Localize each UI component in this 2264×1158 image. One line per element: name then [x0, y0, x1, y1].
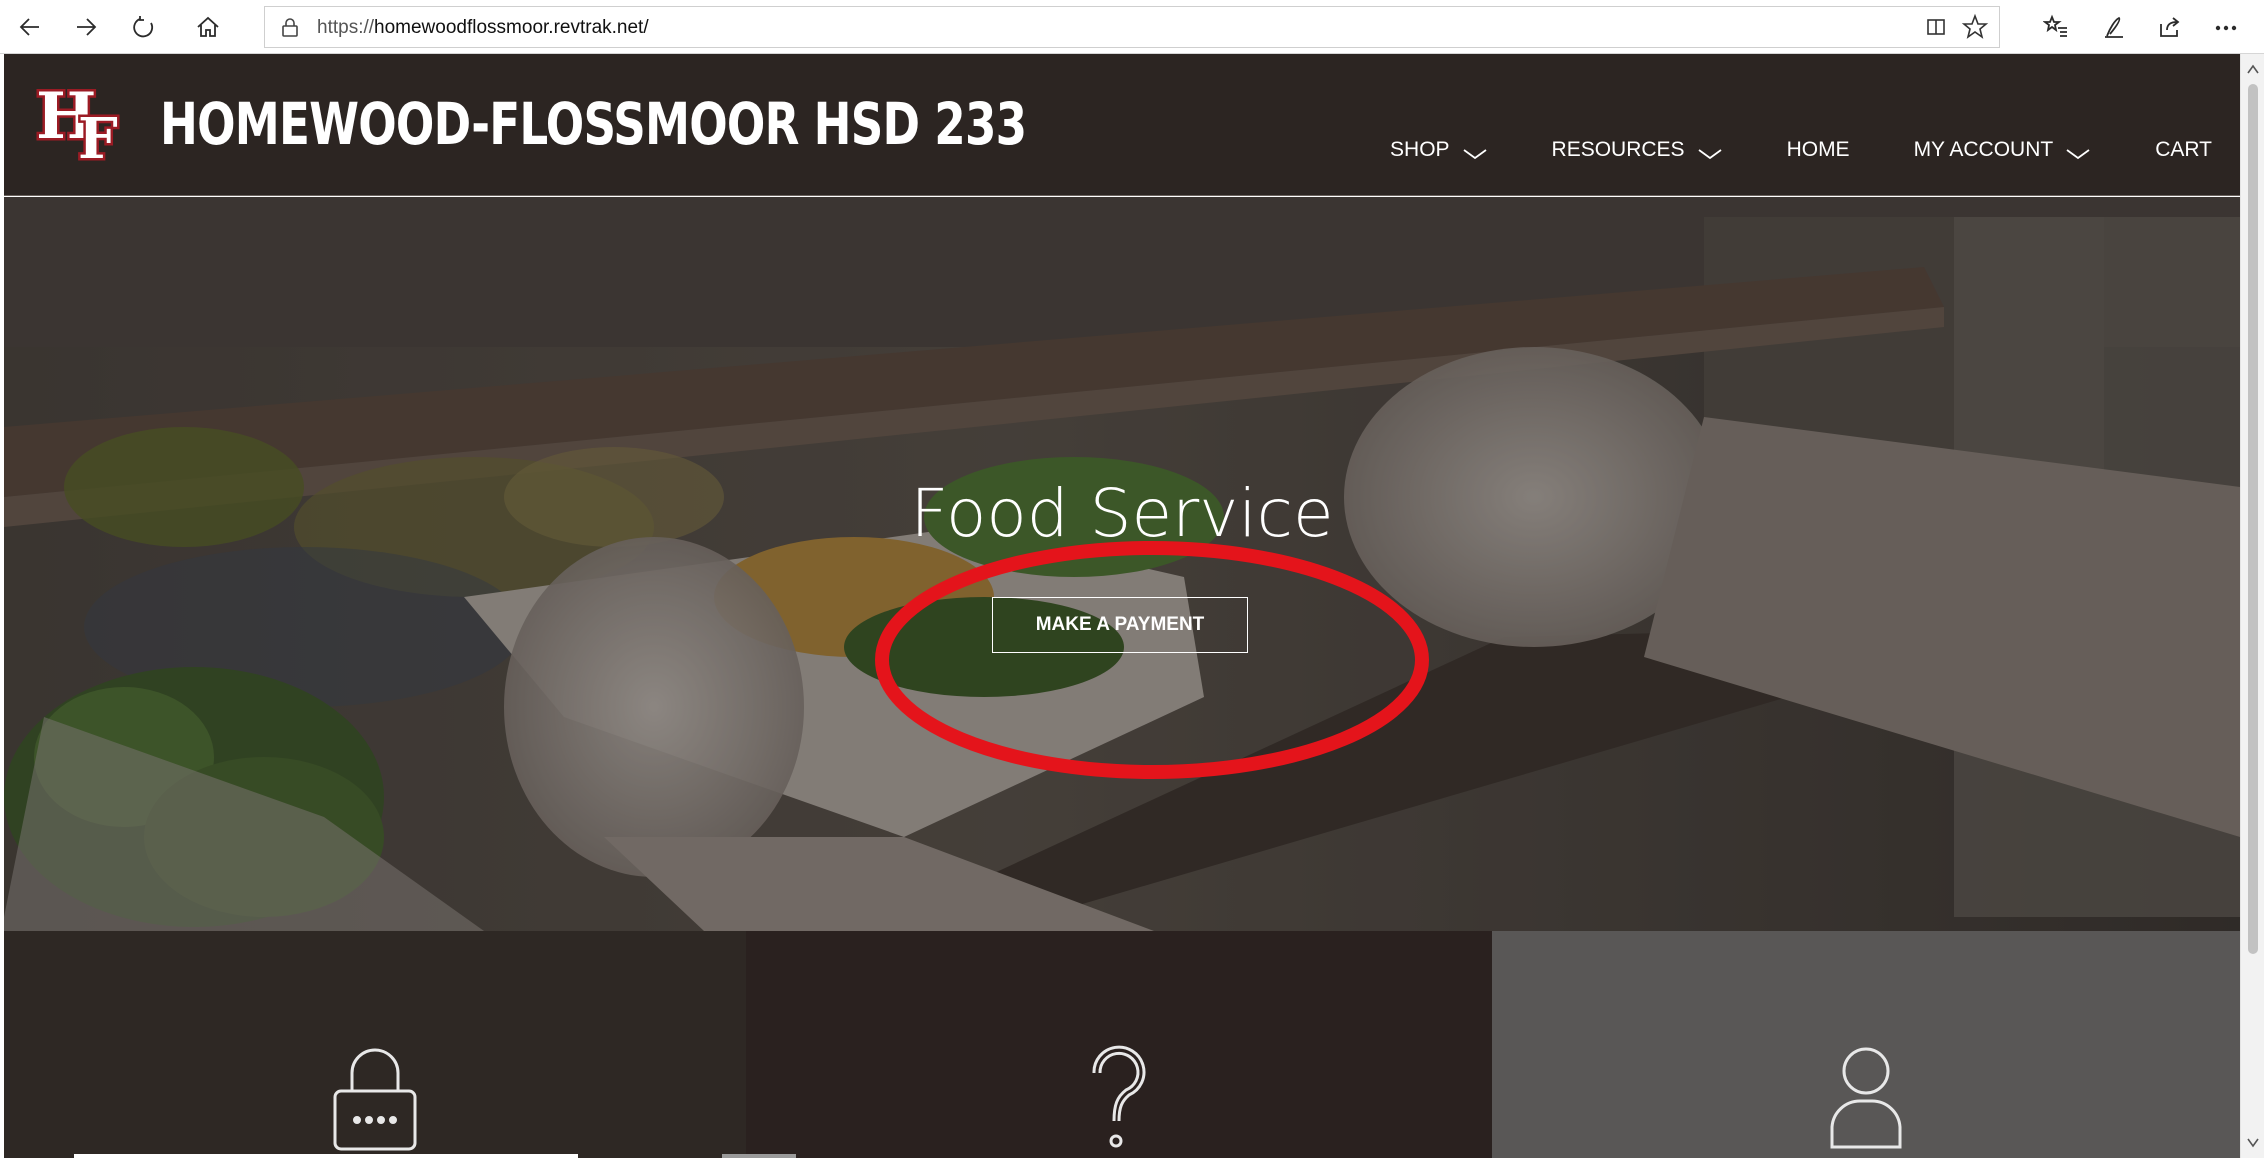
nav-shop-label: SHOP: [1390, 138, 1450, 161]
nav-my-account[interactable]: MY ACCOUNT: [1914, 138, 2092, 162]
bottom-edge-strip: [722, 1154, 796, 1158]
nav-cart-label: CART: [2155, 138, 2212, 161]
nav-home-label: HOME: [1786, 138, 1850, 161]
url-protocol: https://: [317, 17, 375, 38]
browser-toolbar: https://homewoodflossmoor.revtrak.net/: [0, 0, 2264, 54]
favorites-list-icon[interactable]: [2036, 7, 2076, 47]
hero-banner: Food Service MAKE A PAYMENT: [4, 197, 2240, 931]
hero-background-image: [4, 197, 2240, 931]
bottom-edge-strip: [74, 1154, 578, 1158]
chevron-down-icon: [1462, 143, 1488, 160]
help-tile[interactable]: [746, 931, 1492, 1158]
user-icon: [1826, 1043, 1906, 1158]
url-host: homewoodflossmoor.revtrak.net/: [374, 17, 649, 38]
scroll-up-arrow-icon[interactable]: [2247, 64, 2259, 74]
page-scrollbar[interactable]: [2240, 54, 2264, 1158]
lock-icon[interactable]: [279, 16, 301, 38]
main-navigation: SHOP RESOURCES HOME MY ACCOUNT CART: [1390, 138, 2212, 162]
site-title[interactable]: HOMEWOOD-FLOSSMOOR HSD 233: [160, 90, 1027, 158]
make-payment-button[interactable]: MAKE A PAYMENT: [992, 597, 1248, 653]
login-tile[interactable]: [4, 931, 746, 1158]
nav-resources[interactable]: RESOURCES: [1552, 138, 1723, 162]
nav-shop[interactable]: SHOP: [1390, 138, 1488, 162]
question-mark-icon: [1084, 1043, 1154, 1158]
home-icon[interactable]: [188, 7, 228, 47]
account-tile[interactable]: [1492, 931, 2240, 1158]
back-arrow-icon[interactable]: [10, 7, 50, 47]
chevron-down-icon: [2065, 143, 2091, 160]
url-text[interactable]: https://homewoodflossmoor.revtrak.net/: [317, 17, 649, 39]
padlock-icon: [330, 1043, 420, 1158]
scroll-down-arrow-icon[interactable]: [2247, 1138, 2259, 1148]
more-dots-icon[interactable]: [2206, 7, 2246, 47]
svg-text:F: F: [78, 106, 118, 162]
pen-icon[interactable]: [2094, 7, 2134, 47]
nav-cart[interactable]: CART: [2155, 138, 2212, 162]
chevron-down-icon: [1697, 143, 1723, 160]
nav-home[interactable]: HOME: [1787, 138, 1850, 162]
scrollbar-thumb[interactable]: [2248, 84, 2258, 954]
forward-arrow-icon[interactable]: [66, 7, 106, 47]
star-icon[interactable]: [1961, 13, 1989, 41]
hf-logo[interactable]: H F: [34, 77, 152, 175]
reading-view-icon[interactable]: [1925, 16, 1947, 38]
nav-resources-label: RESOURCES: [1551, 138, 1685, 161]
nav-my-account-label: MY ACCOUNT: [1913, 138, 2054, 161]
share-icon[interactable]: [2150, 7, 2190, 47]
site-header: H F HOMEWOOD-FLOSSMOOR HSD 233 SHOP RESO…: [4, 54, 2240, 196]
hero-title: Food Service: [910, 475, 1334, 552]
address-bar[interactable]: https://homewoodflossmoor.revtrak.net/: [264, 6, 2000, 48]
refresh-icon[interactable]: [124, 7, 164, 47]
